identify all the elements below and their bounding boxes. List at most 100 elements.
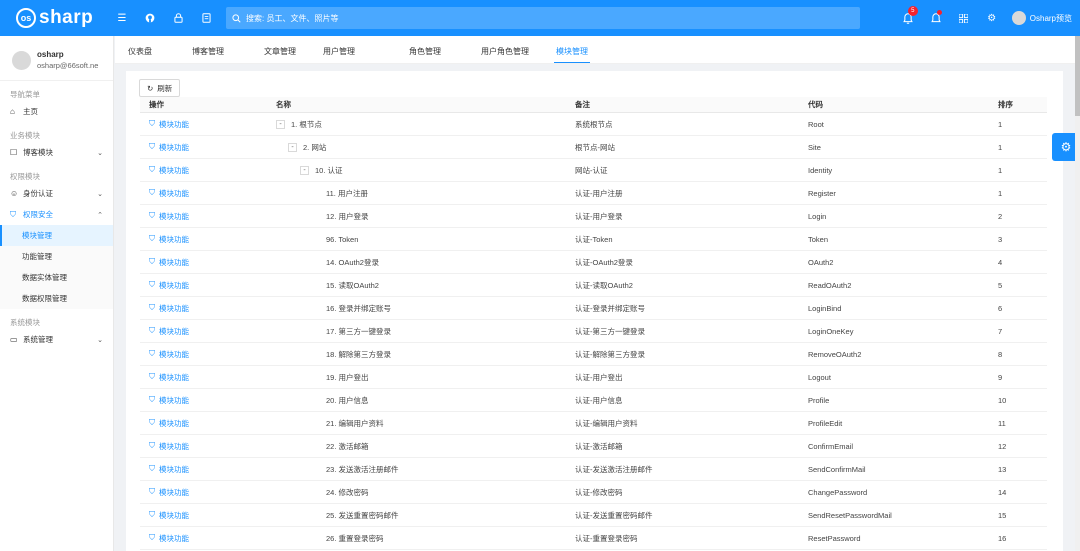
box-icon: ☐ xyxy=(10,148,18,157)
nav-group-auth: 权限模块 xyxy=(10,171,40,181)
module-function-link[interactable]: ⛉ 模块功能 xyxy=(149,435,189,457)
module-function-link[interactable]: ⛉ 模块功能 xyxy=(149,205,189,227)
notification-icon[interactable] xyxy=(922,0,950,36)
bell-icon[interactable]: 5 xyxy=(894,0,922,36)
module-function-link[interactable]: ⛉ 模块功能 xyxy=(149,297,189,319)
notification-badge: 5 xyxy=(907,6,918,16)
code-cell: LoginOneKey xyxy=(808,326,854,336)
column-header-name[interactable]: 名称 xyxy=(276,97,291,112)
chevron-down-icon: ⌄ xyxy=(97,336,103,344)
module-function-link[interactable]: ⛉ 模块功能 xyxy=(149,159,189,181)
module-function-link[interactable]: ⛉ 模块功能 xyxy=(149,136,189,158)
tab-users[interactable]: 用户管理 xyxy=(323,46,355,57)
logo-text: sharp xyxy=(39,7,94,28)
user-menu[interactable]: Osharp预览 xyxy=(1011,11,1072,25)
name-cell: 14. OAuth2登录 xyxy=(276,251,379,273)
module-function-link[interactable]: ⛉ 模块功能 xyxy=(149,113,189,135)
lock-icon[interactable] xyxy=(164,0,192,36)
module-function-link[interactable]: ⛉ 模块功能 xyxy=(149,182,189,204)
name-cell: 18. 解除第三方登录 xyxy=(276,343,391,365)
tab-articles[interactable]: 文章管理 xyxy=(264,46,296,57)
name-cell: 25. 发送重置密码邮件 xyxy=(276,504,399,526)
sidebar-item-blog[interactable]: ☐ 博客模块 ⌄ xyxy=(0,142,113,163)
module-name: 21. 编辑用户资料 xyxy=(326,418,384,428)
module-function-link[interactable]: ⛉ 模块功能 xyxy=(149,481,189,503)
menu-icon[interactable]: ☰ xyxy=(108,0,136,36)
refresh-button[interactable]: ↻ 刷新 xyxy=(139,79,181,97)
sidebar-item-function-mgmt[interactable]: 功能管理 xyxy=(0,246,113,267)
remark-cell: 认证-用户注册 xyxy=(575,188,623,198)
order-cell: 1 xyxy=(998,188,1003,198)
module-function-link[interactable]: ⛉ 模块功能 xyxy=(149,343,189,365)
column-header-code[interactable]: 代码 xyxy=(808,97,823,112)
tab-blog[interactable]: 博客管理 xyxy=(192,46,224,57)
apps-icon[interactable] xyxy=(950,0,978,36)
op-label: 模块功能 xyxy=(159,257,189,267)
avatar xyxy=(1011,11,1026,25)
module-function-link[interactable]: ⛉ 模块功能 xyxy=(149,458,189,480)
document-icon[interactable] xyxy=(192,0,220,36)
refresh-label: 刷新 xyxy=(157,83,173,93)
name-cell: 16. 登录并绑定账号 xyxy=(276,297,391,319)
sidebar-item-identity[interactable]: ☺ 身份认证 ⌄ xyxy=(0,183,113,204)
gear-icon[interactable]: ⚙ xyxy=(978,0,1006,36)
name-cell: -10. 认证 xyxy=(276,159,343,181)
search-bar[interactable] xyxy=(226,7,860,29)
module-name: 12. 用户登录 xyxy=(326,211,369,221)
order-cell: 15 xyxy=(998,510,1007,520)
shield-icon: ⛉ xyxy=(149,280,155,289)
module-function-link[interactable]: ⛉ 模块功能 xyxy=(149,228,189,250)
sidebar-item-entity-mgmt[interactable]: 数据实体管理 xyxy=(0,267,113,288)
module-name: 96. Token xyxy=(326,234,359,244)
tab-user-roles[interactable]: 用户角色管理 xyxy=(481,46,529,57)
op-label: 模块功能 xyxy=(159,326,189,336)
collapse-toggle[interactable]: - xyxy=(300,165,309,175)
collapse-toggle[interactable]: - xyxy=(288,142,297,152)
github-icon[interactable] xyxy=(136,0,164,36)
shield-icon: ⛉ xyxy=(149,165,155,174)
column-header-remark[interactable]: 备注 xyxy=(575,97,590,112)
sidebar-item-system[interactable]: ▭ 系统管理 ⌄ xyxy=(0,329,113,350)
column-header-operation[interactable]: 操作 xyxy=(149,97,164,112)
shield-icon: ⛉ xyxy=(149,418,155,427)
remark-cell: 认证-修改密码 xyxy=(575,487,623,497)
module-name: 23. 发送激活注册邮件 xyxy=(326,464,399,474)
tab-modules[interactable]: 模块管理 xyxy=(554,46,590,63)
table-row: ⛉ 模块功能 -1. 根节点 系统根节点 Root 1 xyxy=(140,113,1047,136)
tab-roles[interactable]: 角色管理 xyxy=(409,46,441,57)
table-row: ⛉ 模块功能 18. 解除第三方登录 认证-解除第三方登录 RemoveOAuth2 8 xyxy=(140,343,1047,366)
module-function-link[interactable]: ⛉ 模块功能 xyxy=(149,274,189,296)
table-row: ⛉ 模块功能 25. 发送重置密码邮件 认证-发送重置密码邮件 SendResetPas… xyxy=(140,504,1047,527)
remark-cell: 认证-重置登录密码 xyxy=(575,533,638,543)
sidebar-item-home[interactable]: ⌂ 主页 xyxy=(0,101,113,122)
collapse-toggle[interactable]: - xyxy=(276,119,285,129)
module-function-link[interactable]: ⛉ 模块功能 xyxy=(149,251,189,273)
app-logo[interactable]: os sharp xyxy=(0,7,108,29)
remark-cell: 认证-OAuth2登录 xyxy=(575,257,633,267)
code-cell: Token xyxy=(808,234,829,244)
sidebar-item-module-mgmt[interactable]: 模块管理 xyxy=(0,225,113,246)
code-cell: Logout xyxy=(808,372,831,382)
sidebar-item-data-permission[interactable]: 数据权限管理 xyxy=(0,288,113,309)
code-cell: Profile xyxy=(808,395,830,405)
module-function-link[interactable]: ⛉ 模块功能 xyxy=(149,389,189,411)
sidebar: osharp osharp@66soft.ne 导航菜单 ⌂ 主页 业务模块 ☐… xyxy=(0,36,114,551)
tab-dashboard[interactable]: 仪表盘 xyxy=(128,46,152,57)
table-row: ⛉ 模块功能 21. 编辑用户资料 认证-编辑用户资料 ProfileEdit 11 xyxy=(140,412,1047,435)
module-function-link[interactable]: ⛉ 模块功能 xyxy=(149,320,189,342)
module-function-link[interactable]: ⛉ 模块功能 xyxy=(149,412,189,434)
sidebar-item-security[interactable]: ⛉ 权限安全 ⌃ xyxy=(0,204,113,225)
order-cell: 1 xyxy=(998,165,1003,175)
name-cell: -2. 网站 xyxy=(276,136,326,158)
scrollbar-thumb[interactable] xyxy=(1075,36,1080,116)
shield-icon: ⛉ xyxy=(149,188,155,197)
search-input[interactable] xyxy=(246,13,806,23)
order-cell: 4 xyxy=(998,257,1003,267)
code-cell: OAuth2 xyxy=(808,257,834,267)
module-function-link[interactable]: ⛉ 模块功能 xyxy=(149,366,189,388)
module-function-link[interactable]: ⛉ 模块功能 xyxy=(149,527,189,549)
module-function-link[interactable]: ⛉ 模块功能 xyxy=(149,504,189,526)
order-cell: 2 xyxy=(998,211,1003,221)
shield-icon: ⛉ xyxy=(149,510,155,519)
column-header-order[interactable]: 排序 xyxy=(998,97,1013,112)
